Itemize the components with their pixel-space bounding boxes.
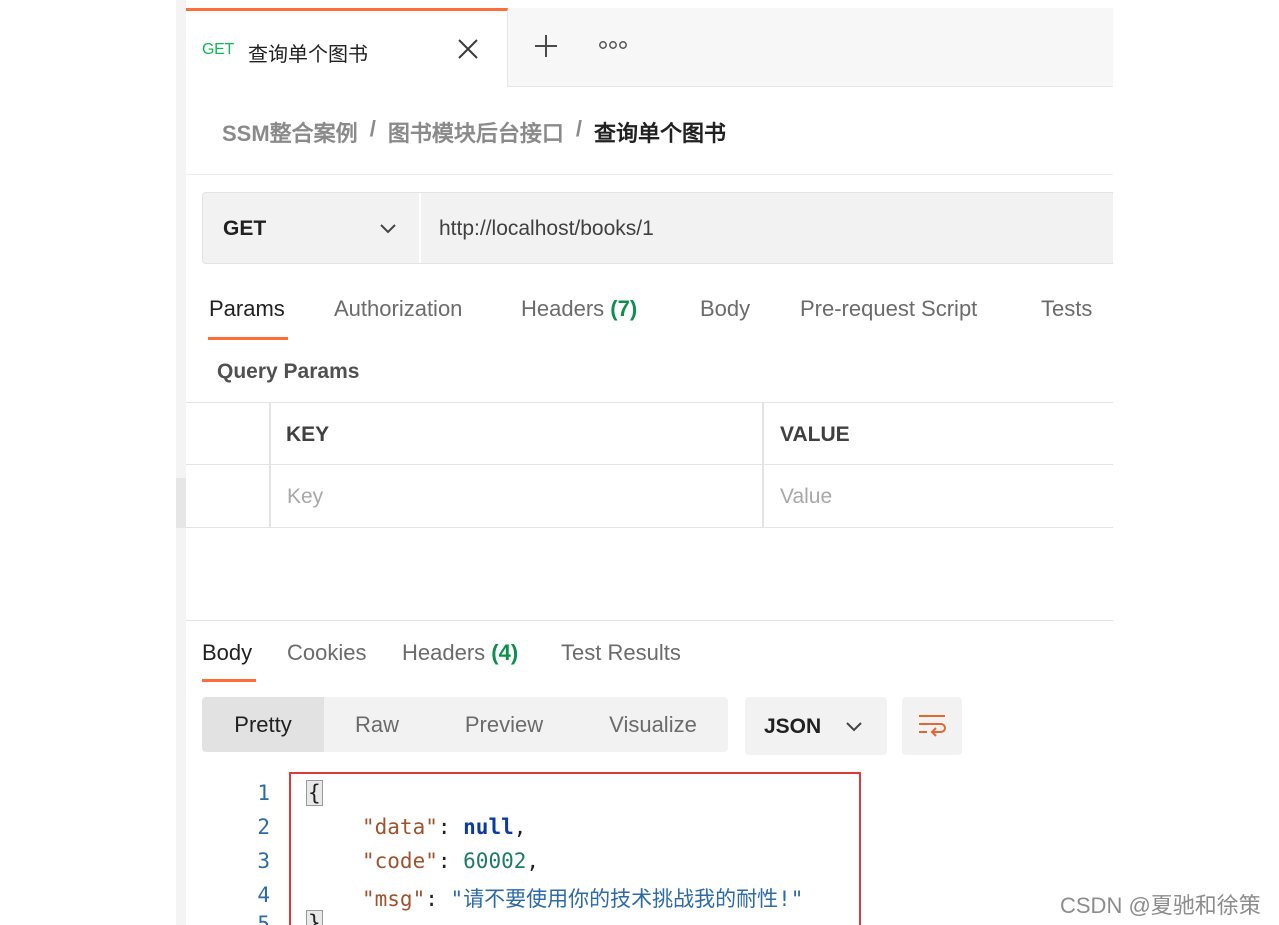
- sidebar-resize-handle[interactable]: [176, 478, 186, 528]
- key-input[interactable]: Key: [287, 485, 323, 509]
- sidebar-edge: [176, 0, 186, 925]
- active-tab-indicator: [202, 679, 256, 682]
- tab-bar: GET 查询单个图书: [186, 8, 1113, 87]
- close-icon[interactable]: [456, 37, 480, 61]
- tab-headers-label: Headers: [521, 296, 605, 321]
- wrap-lines-button[interactable]: [902, 697, 962, 755]
- annotation-box: [289, 772, 861, 925]
- query-params-title: Query Params: [217, 360, 360, 383]
- watermark: CSDN @夏驰和徐策: [1060, 893, 1261, 918]
- view-visualize-button[interactable]: Visualize: [578, 697, 728, 752]
- breadcrumb-collection[interactable]: SSM整合案例: [222, 116, 358, 148]
- column-header-value: VALUE: [780, 423, 850, 446]
- response-tab-cookies[interactable]: Cookies: [287, 640, 366, 666]
- line-number: 5: [257, 912, 270, 925]
- plus-icon[interactable]: [532, 32, 560, 60]
- breadcrumb-current[interactable]: 查询单个图书: [594, 116, 726, 148]
- line-number: 4: [257, 883, 270, 907]
- table-header-row: KEY VALUE: [186, 403, 1113, 465]
- tab-headers[interactable]: Headers (7): [521, 296, 637, 322]
- breadcrumb-separator: /: [575, 116, 582, 141]
- response-tab-headers[interactable]: Headers (4): [402, 640, 518, 666]
- divider: [186, 174, 1113, 175]
- view-pretty-button[interactable]: Pretty: [202, 697, 324, 752]
- more-icon[interactable]: [598, 38, 628, 52]
- tab-headers-count: (7): [610, 296, 638, 321]
- request-workspace: GET 查询单个图书 SSM整合案例 / 图书模块后台接口 / 查询单个图书 G…: [186, 0, 1113, 925]
- format-label: JSON: [764, 715, 822, 738]
- view-preview-button[interactable]: Preview: [430, 697, 578, 752]
- tab-pre-request-script[interactable]: Pre-request Script: [800, 296, 977, 322]
- response-tab-headers-count: (4): [491, 640, 519, 665]
- chevron-down-icon: [380, 224, 396, 234]
- request-tabs: Params Authorization Headers (7) Body Pr…: [186, 296, 1113, 342]
- tab-method: GET: [202, 41, 234, 58]
- url-bar: GET http://localhost/books/1: [202, 192, 1113, 264]
- params-table: KEY VALUE Key Value: [186, 402, 1113, 528]
- wrap-lines-icon: [919, 715, 946, 737]
- request-tab[interactable]: GET 查询单个图书: [186, 8, 508, 87]
- response-tab-body[interactable]: Body: [202, 640, 252, 666]
- tab-params[interactable]: Params: [209, 296, 285, 322]
- table-row: Key Value: [186, 465, 1113, 526]
- tab-title: 查询单个图书: [248, 44, 368, 66]
- response-divider[interactable]: [186, 620, 1113, 621]
- url-input[interactable]: http://localhost/books/1: [439, 217, 654, 241]
- breadcrumb-folder[interactable]: 图书模块后台接口: [388, 116, 564, 148]
- active-tab-indicator: [208, 337, 288, 340]
- chevron-down-icon: [846, 722, 862, 732]
- breadcrumb: SSM整合案例 / 图书模块后台接口 / 查询单个图书: [222, 116, 726, 148]
- column-divider: [269, 403, 271, 527]
- format-select[interactable]: JSON: [745, 697, 887, 755]
- tab-authorization[interactable]: Authorization: [334, 296, 462, 322]
- tab-body[interactable]: Body: [700, 296, 750, 322]
- column-divider: [762, 403, 764, 527]
- method-select[interactable]: GET: [203, 193, 421, 263]
- view-mode-group: Pretty Raw Preview Visualize: [202, 697, 728, 752]
- line-number: 1: [257, 781, 270, 805]
- value-input[interactable]: Value: [780, 485, 832, 509]
- tab-tests[interactable]: Tests: [1041, 296, 1092, 322]
- response-tab-headers-label: Headers: [402, 640, 486, 665]
- method-label: GET: [223, 217, 267, 240]
- column-header-key: KEY: [286, 423, 330, 446]
- view-raw-button[interactable]: Raw: [324, 697, 430, 752]
- response-tab-test-results[interactable]: Test Results: [561, 640, 681, 666]
- breadcrumb-separator: /: [369, 116, 376, 141]
- line-number: 3: [257, 849, 270, 873]
- line-number: 2: [257, 815, 270, 839]
